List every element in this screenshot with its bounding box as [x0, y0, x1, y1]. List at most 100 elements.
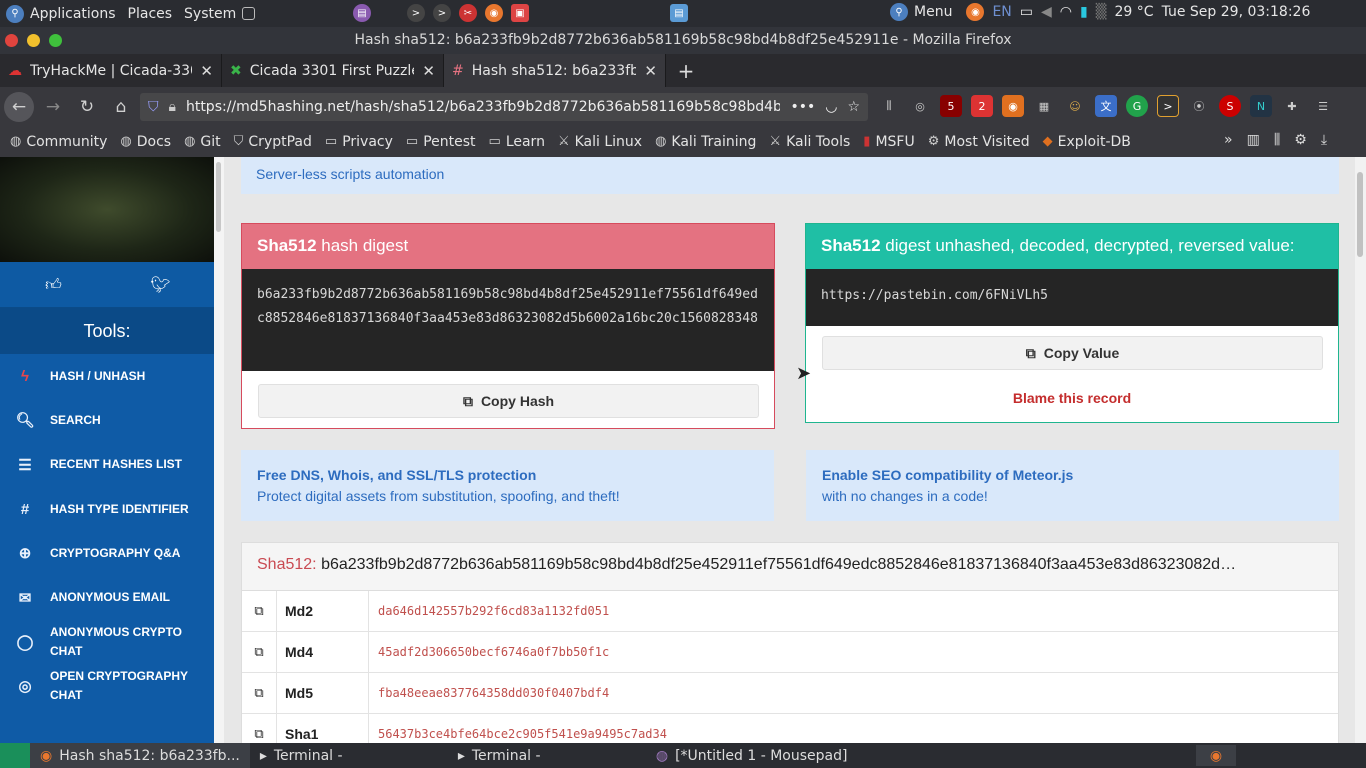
window-minimize-button[interactable]	[27, 34, 40, 47]
launcher-editor-icon[interactable]: ▤	[353, 4, 371, 22]
wifi-icon[interactable]: ◠	[1060, 4, 1072, 20]
top-banner-text[interactable]: Server-less scripts automation	[256, 166, 444, 182]
page-scrollbar[interactable]	[1355, 157, 1366, 743]
tab-hash[interactable]: # Hash sha512: b6a233fb9 ✕	[444, 54, 666, 87]
bookmark-1[interactable]: ◍ Docs	[120, 134, 171, 150]
top-banner[interactable]: Server-less scripts automation	[241, 157, 1339, 194]
system-menu[interactable]: System	[178, 6, 261, 22]
extensions-puzzle-icon[interactable]: ✚	[1281, 95, 1303, 117]
sidebar-item-4[interactable]: ⊕ CRYPTOGRAPHY Q&A	[0, 531, 214, 575]
pocket-icon[interactable]: ◡	[825, 99, 837, 115]
show-desktop-button[interactable]	[0, 743, 30, 768]
volume-icon[interactable]: ◀	[1041, 4, 1052, 20]
copy-hash-button[interactable]: ⧉ Copy Hash	[258, 384, 759, 418]
url-text[interactable]: https://md5hashing.net/hash/sha512/b6a23…	[186, 99, 780, 115]
blame-record-link[interactable]: Blame this record	[806, 390, 1338, 406]
copy-icon[interactable]: ⧉	[242, 672, 277, 714]
extension-dots-icon[interactable]: ⦿	[1188, 95, 1210, 117]
bookmark-7[interactable]: ⚔ Kali Linux	[558, 134, 642, 150]
translate-icon[interactable]: 文	[1095, 95, 1117, 117]
sidebar-item-0[interactable]: ϟ HASH / UNHASH	[0, 354, 214, 398]
firefox-tray-icon[interactable]: ◉	[966, 3, 985, 21]
back-button[interactable]: ←	[4, 91, 34, 122]
library-icon[interactable]: ⫼	[878, 95, 900, 117]
sidebar-scrollbar[interactable]	[214, 157, 224, 743]
launcher-firefox-icon[interactable]: ◉	[485, 4, 503, 22]
ad-title[interactable]: Enable SEO compatibility of Meteor.js	[822, 465, 1323, 486]
bookmarks-overflow-icon[interactable]: »	[1224, 132, 1233, 148]
incognito-icon[interactable]: ◎	[909, 95, 931, 117]
sidebar-item-7[interactable]: ◎ OPEN CRYPTOGRAPHY CHAT	[0, 664, 214, 708]
ad-text[interactable]: Protect digital assets from substitution…	[257, 486, 758, 507]
terminal-extension-icon[interactable]: >	[1157, 95, 1179, 117]
sidebar-item-5[interactable]: ✉ ANONYMOUS EMAIL	[0, 575, 214, 619]
reload-button[interactable]: ↻	[72, 92, 102, 122]
close-icon[interactable]: ✕	[200, 62, 213, 80]
bookmark-8[interactable]: ◍ Kali Training	[655, 134, 756, 150]
launcher-app-icon[interactable]: ▣	[511, 4, 529, 22]
taskbar-terminal-1[interactable]: ▸ Terminal -	[250, 743, 448, 768]
new-tab-button[interactable]: +	[666, 54, 706, 87]
sidebar-item-6[interactable]: ◯ ANONYMOUS CRYPTO CHAT	[0, 620, 214, 664]
copy-value-button[interactable]: ⧉ Copy Value	[822, 336, 1323, 370]
window-close-button[interactable]	[5, 34, 18, 47]
copy-icon[interactable]: ⧉	[242, 631, 277, 673]
close-icon[interactable]: ✕	[644, 62, 657, 80]
tab-cicada[interactable]: ✖ Cicada 3301 First Puzzle ✕	[222, 54, 444, 87]
keyboard-layout[interactable]: EN	[992, 4, 1011, 20]
hash-value[interactable]: 45adf2d306650becf6746a0f7bb50f1c	[369, 645, 618, 659]
taskbar-firefox[interactable]: ◉ Hash sha512: b6a233fb...	[30, 743, 250, 768]
sidebar-item-2[interactable]: ☰ RECENT HASHES LIST	[0, 443, 214, 487]
bookmark-4[interactable]: ▭ Privacy	[325, 134, 393, 150]
ublock-icon[interactable]: 5	[940, 95, 962, 117]
sidebar-item-3[interactable]: # HASH TYPE IDENTIFIER	[0, 487, 214, 531]
extension-person-icon[interactable]: ☺	[1064, 95, 1086, 117]
url-bar[interactable]: ⛉ 🔒︎ https://md5hashing.net/hash/sha512/…	[140, 93, 868, 121]
bookmark-5[interactable]: ▭ Pentest	[406, 134, 476, 150]
extension-n-icon[interactable]: N	[1250, 95, 1272, 117]
bookmark-6[interactable]: ▭ Learn	[489, 134, 545, 150]
ad-dns-protection[interactable]: Free DNS, Whois, and SSL/TLS protection …	[241, 450, 774, 521]
tracking-shield-icon[interactable]: ⛉	[148, 99, 159, 115]
taskbar-terminal-2[interactable]: ▸ Terminal -	[448, 743, 646, 768]
bookmark-9[interactable]: ⚔ Kali Tools	[769, 134, 850, 150]
launcher-red-icon[interactable]: ✂	[459, 4, 477, 22]
bookmark-2[interactable]: ◍ Git	[184, 134, 221, 150]
hash-value[interactable]: 56437b3ce4bfe64bce2c905f541e9a9495c7ad34	[369, 727, 676, 741]
battery-icon[interactable]: ▮	[1080, 4, 1088, 20]
copy-icon[interactable]: ⧉	[242, 713, 277, 743]
like-icon[interactable]: 👍︎	[0, 262, 107, 307]
extension-orange-icon[interactable]: ◉	[1002, 95, 1024, 117]
extension-red-icon[interactable]: 2	[971, 95, 993, 117]
ad-text[interactable]: with no changes in a code!	[822, 486, 1323, 507]
scrollbar-thumb[interactable]	[1357, 172, 1363, 257]
bookmark-12[interactable]: ◆ Exploit-DB	[1043, 134, 1131, 150]
hash-value[interactable]: da646d142557b292f6cd83a1132fd051	[369, 604, 618, 618]
bookmark-0[interactable]: ◍ Community	[10, 134, 107, 150]
menu-button[interactable]: ⚲ Menu	[884, 3, 958, 21]
hash-value[interactable]: fba48eeae837764358dd030f0407bdf4	[369, 686, 618, 700]
close-icon[interactable]: ✕	[422, 62, 435, 80]
home-button[interactable]: ⌂	[106, 92, 136, 122]
extension-s-icon[interactable]: S	[1219, 95, 1241, 117]
settings-icon[interactable]: ⚙	[1294, 132, 1307, 148]
clock[interactable]: Tue Sep 29, 03:18:26	[1162, 4, 1311, 20]
grammarly-icon[interactable]: G	[1126, 95, 1148, 117]
bookmark-3[interactable]: ⛉ CryptPad	[234, 134, 312, 150]
lock-icon[interactable]: 🔒︎	[169, 99, 176, 115]
ad-title[interactable]: Free DNS, Whois, and SSL/TLS protection	[257, 465, 758, 486]
page-actions-icon[interactable]: •••	[790, 99, 815, 115]
downloads-icon[interactable]: ⤓	[1321, 132, 1327, 148]
applications-menu[interactable]: ⚲ Applications	[0, 4, 122, 23]
library-icon[interactable]: ⫼	[1274, 132, 1280, 148]
bookmark-10[interactable]: ▮ MSFU	[863, 134, 914, 150]
places-menu[interactable]: Places	[122, 6, 179, 22]
display-icon[interactable]: ▭	[1020, 4, 1033, 20]
copy-icon[interactable]: ⧉	[242, 590, 277, 632]
bookmark-11[interactable]: ⚙ Most Visited	[928, 134, 1030, 150]
bookmark-star-icon[interactable]: ☆	[847, 99, 860, 115]
workspace-pager-icon[interactable]: ◉	[1196, 745, 1236, 766]
launcher-notes-icon[interactable]: ▤	[670, 4, 688, 22]
open-menu-icon[interactable]: ☰	[1312, 95, 1334, 117]
forward-button[interactable]: →	[38, 92, 68, 122]
